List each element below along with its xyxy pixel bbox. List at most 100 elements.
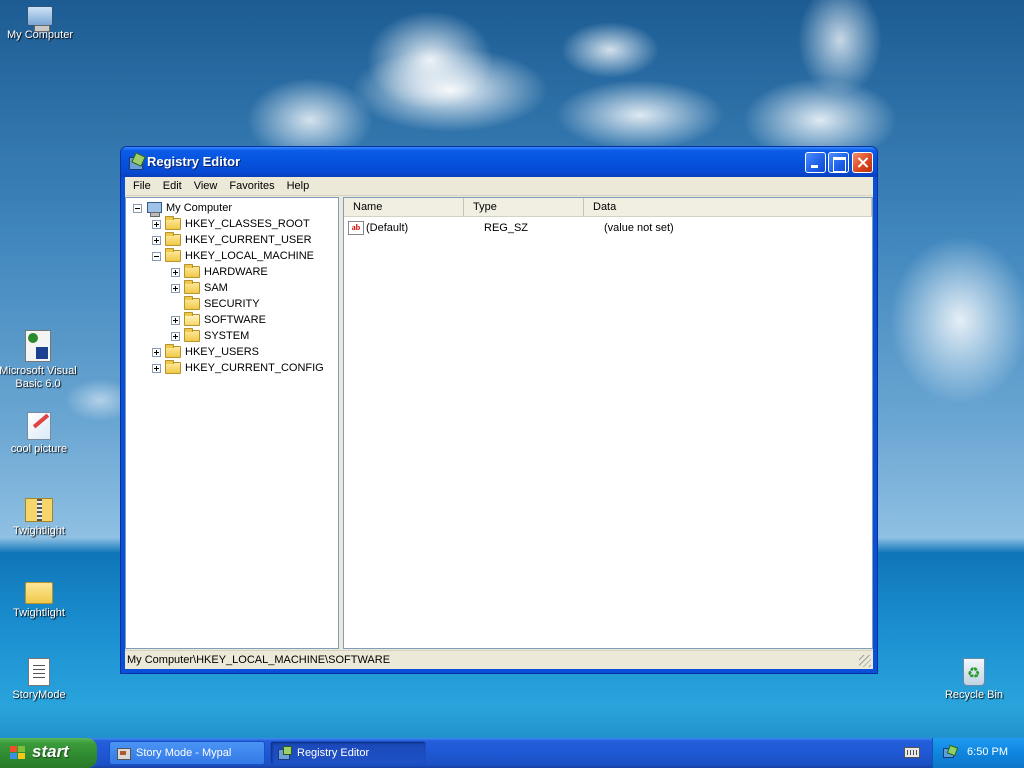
values-list[interactable]: Name Type Data ab (Default) REG_SZ (valu… [343,197,873,649]
menu-file[interactable]: File [127,177,157,196]
desktop-icon-label: Twightlight [13,525,65,537]
desktop-icon-label: StoryMode [12,689,66,701]
folder-icon [165,232,181,246]
desktop-icon-label: Twightlight [13,607,65,619]
tree-item-label: SOFTWARE [204,314,266,326]
tree-item-hkcu[interactable]: HKEY_CURRENT_USER [152,232,312,248]
status-path: My Computer\HKEY_LOCAL_MACHINE\SOFTWARE [127,654,391,666]
computer-icon [27,6,53,32]
folder-icon [165,216,181,230]
folder-icon [184,296,200,310]
menu-help[interactable]: Help [281,177,316,196]
expand-toggle[interactable] [171,283,180,293]
value-row[interactable]: ab (Default) REG_SZ (value not set) [348,220,674,236]
picture-icon [27,412,51,440]
text-document-icon [28,658,50,686]
taskbar-button-label: Story Mode - Mypal [136,747,232,759]
registry-editor-window: Registry Editor File Edit View Favorites… [120,146,878,674]
desktop-icon-cool-picture[interactable]: cool picture [0,412,79,456]
folder-icon [184,264,200,278]
taskbar-button-label: Registry Editor [297,747,370,759]
string-value-icon: ab [348,221,364,235]
tree-item-label: HKEY_USERS [185,346,259,358]
tray-app-icon[interactable] [943,746,957,759]
value-type: REG_SZ [484,222,529,234]
tree-item-system[interactable]: SYSTEM [171,328,249,344]
tree-item-hklm[interactable]: HKEY_LOCAL_MACHINE [152,248,314,264]
tree-item-label: HKEY_CURRENT_USER [185,234,312,246]
tree-item-hkcr[interactable]: HKEY_CLASSES_ROOT [152,216,310,232]
tree-item-label: SAM [204,282,228,294]
tree-item-sam[interactable]: SAM [171,280,228,296]
resize-grip-icon[interactable] [859,655,871,667]
system-tray: 6:50 PM [932,738,1024,768]
tree-item-label: My Computer [166,202,233,214]
tree-item-hardware[interactable]: HARDWARE [171,264,268,280]
key-tree[interactable]: My Computer HKEY_CLASSES_ROOT HKEY_CURRE… [125,197,339,649]
windows-logo-icon [10,746,26,760]
folder-icon [184,328,200,342]
column-header: Name Type Data [344,198,872,217]
desktop-icon-label: Recycle Bin [944,689,1004,701]
panes: My Computer HKEY_CLASSES_ROOT HKEY_CURRE… [125,197,873,649]
tree-item-software[interactable]: SOFTWARE [171,312,266,328]
tree-item-security[interactable]: SECURITY [171,296,260,312]
menu-favorites[interactable]: Favorites [223,177,280,196]
desktop-icon-twightlight-zip[interactable]: Twightlight [0,494,79,538]
taskbar: start Story Mode - Mypal Registry Editor… [0,738,1024,768]
start-label: start [32,742,69,761]
browser-icon [117,746,131,760]
column-data[interactable]: Data [584,198,872,216]
taskbar-button-registry-editor[interactable]: Registry Editor [270,741,426,765]
close-button[interactable] [852,152,873,173]
collapse-toggle[interactable] [133,203,142,213]
folder-icon [184,280,200,294]
menu-view[interactable]: View [188,177,224,196]
folder-icon [165,360,181,374]
expand-toggle[interactable] [171,315,180,325]
desktop-icon-my-computer[interactable]: My Computer [0,2,80,42]
desktop-icon-twightlight-folder[interactable]: Twightlight [0,576,79,620]
tree-item-label: SECURITY [204,298,260,310]
menu-edit[interactable]: Edit [157,177,188,196]
desktop-icon-storymode[interactable]: StoryMode [0,658,79,702]
tree-item-my-computer[interactable]: My Computer [133,200,233,217]
expand-toggle[interactable] [171,331,180,341]
maximize-button[interactable] [828,152,849,173]
expand-toggle[interactable] [152,219,161,229]
minimize-button[interactable] [805,152,826,173]
keyboard-icon[interactable] [904,747,920,758]
tree-item-label: HKEY_CURRENT_CONFIG [185,362,324,374]
window-title: Registry Editor [147,154,241,169]
visual-basic-icon [25,330,51,362]
desktop-icon-recycle-bin[interactable]: Recycle Bin [934,658,1014,702]
collapse-toggle[interactable] [152,251,161,261]
registry-editor-icon [278,746,292,760]
expand-toggle[interactable] [152,235,161,245]
taskbar-button-story-mode[interactable]: Story Mode - Mypal [109,741,265,765]
registry-editor-icon [128,154,144,170]
expand-toggle[interactable] [152,363,161,373]
tree-item-label: HKEY_LOCAL_MACHINE [185,250,314,262]
tree-item-label: HARDWARE [204,266,268,278]
desktop-icon-label: cool picture [10,443,68,455]
expand-toggle[interactable] [171,267,180,277]
folder-icon [25,582,53,604]
tree-item-hkcc[interactable]: HKEY_CURRENT_CONFIG [152,360,324,376]
desktop-icon-visual-basic[interactable]: Microsoft Visual Basic 6.0 [0,330,78,391]
menu-bar: File Edit View Favorites Help [125,177,873,196]
tree-item-hku[interactable]: HKEY_USERS [152,344,259,360]
column-name[interactable]: Name [344,198,464,216]
folder-icon [165,248,181,262]
open-folder-icon [184,312,200,326]
value-name: (Default) [366,222,409,234]
value-data: (value not set) [604,222,674,234]
computer-icon [146,201,162,217]
recycle-bin-icon [963,658,985,686]
expand-toggle[interactable] [152,347,161,357]
clock[interactable]: 6:50 PM [967,746,1008,758]
start-button[interactable]: start [0,738,97,768]
title-bar[interactable]: Registry Editor [121,147,877,177]
window-client: File Edit View Favorites Help My Compute… [125,177,873,669]
column-type[interactable]: Type [464,198,584,216]
